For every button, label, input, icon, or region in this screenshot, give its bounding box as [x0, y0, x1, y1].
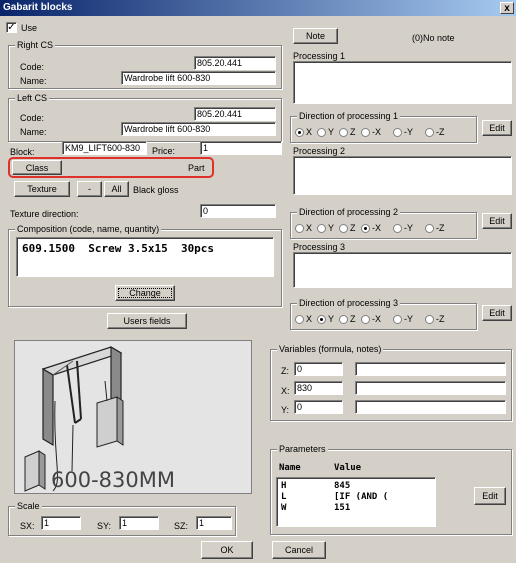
- var-x-label: X:: [281, 386, 290, 396]
- close-button[interactable]: x: [500, 2, 514, 14]
- parameters-edit-button[interactable]: Edit: [474, 487, 506, 505]
- sx-field[interactable]: 1: [41, 516, 81, 530]
- direction-1-option-y[interactable]: Y: [317, 127, 339, 137]
- direction-3-option-neg-z[interactable]: -Z: [425, 314, 453, 324]
- direction-1-radios: X Y Z -X -Y -Z: [295, 127, 453, 137]
- cancel-button[interactable]: Cancel: [272, 541, 326, 559]
- direction-2-option-neg-z[interactable]: -Z: [425, 223, 453, 233]
- direction-2-edit-button[interactable]: Edit: [482, 213, 512, 229]
- direction-3-option-neg-x[interactable]: -X: [361, 314, 393, 324]
- right-cs-code-field[interactable]: 805.20.441: [194, 56, 276, 70]
- processing-3-textarea[interactable]: [293, 252, 512, 288]
- var-y-note-field[interactable]: [355, 400, 506, 414]
- sz-field[interactable]: 1: [196, 516, 232, 530]
- scale-title: Scale: [15, 500, 42, 512]
- texture-direction-field[interactable]: 0: [200, 204, 276, 218]
- direction-3-title: Direction of processing 3: [297, 297, 401, 309]
- note-button[interactable]: Note: [293, 28, 338, 44]
- sx-label: SX:: [20, 521, 35, 531]
- window-title: Gabarit blocks: [3, 2, 73, 13]
- param-row-l-value: [IF (AND (: [334, 492, 389, 502]
- right-cs-code-label: Code:: [20, 62, 45, 72]
- direction-1-title: Direction of processing 1: [297, 110, 401, 122]
- parameters-title: Parameters: [277, 443, 328, 455]
- class-button[interactable]: Class: [12, 160, 62, 175]
- param-row-l-name: L: [281, 492, 287, 502]
- left-cs-name-label: Name:: [20, 127, 47, 137]
- param-col-value: Value: [334, 463, 362, 473]
- left-cs-name-field[interactable]: Wardrobe lift 600-830: [121, 122, 276, 136]
- use-checkbox[interactable]: ✓: [6, 22, 17, 33]
- use-label: Use: [21, 23, 38, 33]
- users-fields-button[interactable]: Users fields: [107, 313, 187, 329]
- wardrobe-lift-illustration: 600-830MM: [24, 345, 175, 492]
- direction-2-radios: X Y Z -X -Y -Z: [295, 223, 453, 233]
- parameters-list[interactable]: H 845 L [IF (AND ( W 151: [276, 477, 436, 527]
- direction-2-title: Direction of processing 2: [297, 206, 401, 218]
- right-cs-title: Right CS: [15, 39, 56, 51]
- texture-button[interactable]: Texture: [14, 181, 70, 197]
- var-y-field[interactable]: 0: [294, 400, 343, 414]
- var-y-label: Y:: [281, 405, 290, 415]
- param-row-w-value: 151: [334, 503, 351, 513]
- direction-1-edit-button[interactable]: Edit: [482, 120, 512, 136]
- composition-line: 609.1500 Screw 3.5x15 30pcs: [22, 242, 215, 255]
- block-field[interactable]: KM9_LIFT600-830: [62, 141, 147, 155]
- direction-3-option-z[interactable]: Z: [339, 314, 361, 324]
- direction-3-option-x[interactable]: X: [295, 314, 317, 324]
- sy-field[interactable]: 1: [119, 516, 159, 530]
- title-bar: Gabarit blocks: [0, 0, 516, 16]
- direction-1-option-z[interactable]: Z: [339, 127, 361, 137]
- direction-3-radios: X Y Z -X -Y -Z: [295, 314, 453, 324]
- direction-1-option-neg-y[interactable]: -Y: [393, 127, 425, 137]
- var-x-field[interactable]: 830: [294, 381, 343, 395]
- direction-2-option-y[interactable]: Y: [317, 223, 339, 233]
- ok-button[interactable]: OK: [201, 541, 253, 559]
- direction-2-option-neg-x[interactable]: -X: [361, 223, 393, 233]
- texture-direction-label: Texture direction:: [10, 209, 79, 219]
- param-row-h-name: H: [281, 481, 287, 491]
- direction-1-option-neg-z[interactable]: -Z: [425, 127, 453, 137]
- texture-value: Black gloss: [133, 185, 179, 195]
- composition-title: Composition (code, name, quantity): [15, 223, 162, 235]
- composition-textarea[interactable]: 609.1500 Screw 3.5x15 30pcs: [16, 237, 274, 277]
- direction-2-option-x[interactable]: X: [295, 223, 317, 233]
- direction-3-edit-button[interactable]: Edit: [482, 305, 512, 321]
- right-cs-name-label: Name:: [20, 76, 47, 86]
- param-row-h-value: 845: [334, 481, 351, 491]
- param-col-name: Name: [279, 463, 301, 473]
- direction-1-option-x[interactable]: X: [295, 127, 317, 137]
- var-x-note-field[interactable]: [355, 381, 506, 395]
- direction-2-option-neg-y[interactable]: -Y: [393, 223, 425, 233]
- part-label: Part: [188, 163, 205, 173]
- texture-all-button[interactable]: All: [104, 181, 129, 197]
- texture-minus-button[interactable]: -: [77, 181, 102, 197]
- preview-caption: 600-830MM: [51, 468, 175, 492]
- processing-2-textarea[interactable]: [293, 156, 512, 195]
- var-z-field[interactable]: 0: [294, 362, 343, 376]
- param-row-w-name: W: [281, 503, 287, 513]
- price-field[interactable]: 1: [200, 141, 282, 155]
- change-button[interactable]: Change: [115, 285, 175, 301]
- sz-label: SZ:: [174, 521, 189, 531]
- right-cs-name-field[interactable]: Wardrobe lift 600-830: [121, 71, 276, 85]
- direction-2-option-z[interactable]: Z: [339, 223, 361, 233]
- block-preview-image: 600-830MM: [14, 340, 252, 494]
- var-z-label: Z:: [281, 366, 289, 376]
- left-cs-title: Left CS: [15, 92, 50, 104]
- price-label: Price:: [152, 146, 176, 156]
- var-z-note-field[interactable]: [355, 362, 506, 376]
- left-cs-code-label: Code:: [20, 113, 45, 123]
- variables-title: Variables (formula, notes): [277, 343, 384, 355]
- direction-1-option-neg-x[interactable]: -X: [361, 127, 393, 137]
- left-cs-code-field[interactable]: 805.20.441: [194, 107, 276, 121]
- note-status: (0)No note: [412, 33, 455, 43]
- sy-label: SY:: [97, 521, 112, 531]
- direction-3-option-y[interactable]: Y: [317, 314, 339, 324]
- direction-3-option-neg-y[interactable]: -Y: [393, 314, 425, 324]
- processing-1-textarea[interactable]: [293, 61, 512, 104]
